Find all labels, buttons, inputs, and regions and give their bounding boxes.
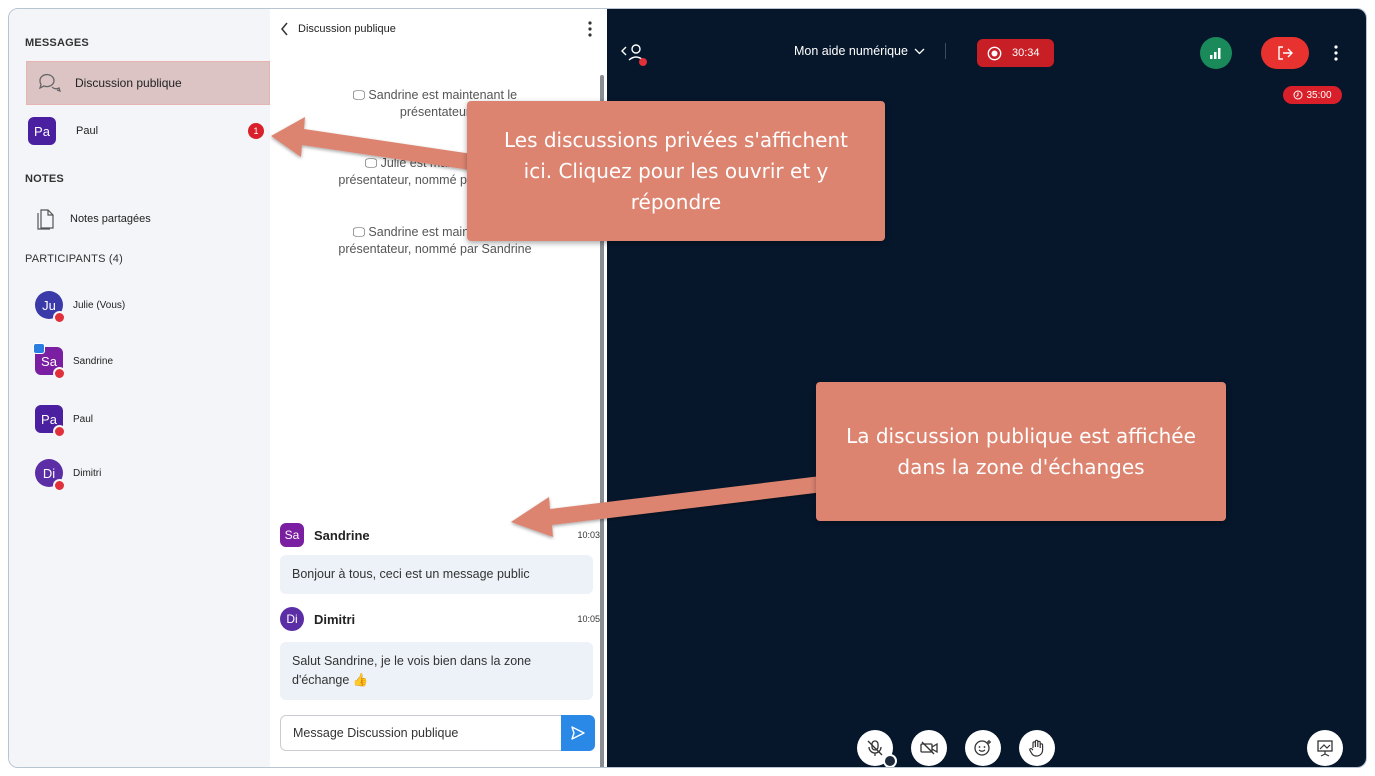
app-window: MESSAGES Discussion publique Pa Paul 1 N… — [8, 8, 1367, 768]
arrow-to-public-chat — [511, 476, 823, 537]
arrow-to-private-chat — [271, 117, 479, 171]
callout-private-chats: Les discussions privées s'affichent ici.… — [467, 101, 885, 241]
callout-public-chat: La discussion publique est affichée dans… — [816, 382, 1226, 521]
